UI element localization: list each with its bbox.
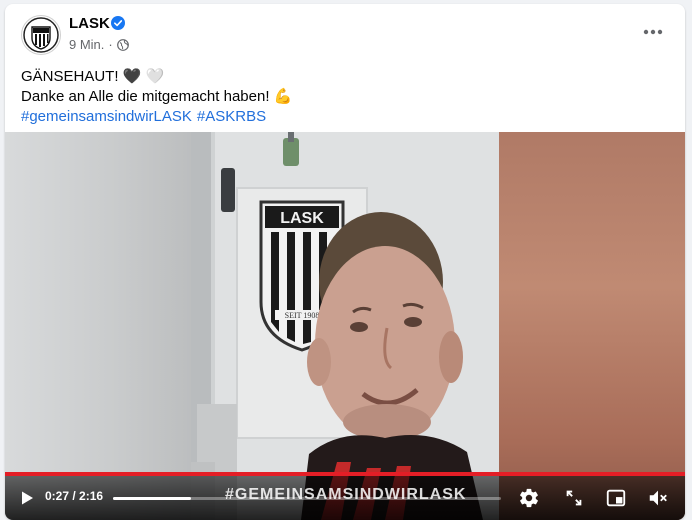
meta-separator: ·	[108, 37, 113, 52]
video-frame: LASK SEIT 1908	[191, 132, 499, 520]
lask-logo-icon	[23, 17, 59, 53]
hashtag-link[interactable]: #ASKRBS	[197, 108, 266, 125]
play-icon[interactable]	[19, 490, 35, 506]
verified-badge-icon	[111, 16, 125, 30]
picture-in-picture-icon[interactable]	[605, 487, 627, 509]
video-time: 0:27 / 2:16	[45, 489, 104, 503]
more-options-button[interactable]	[635, 20, 671, 44]
post-text: GÄNSEHAUT! 🖤 🤍 Danke an Alle die mitgema…	[21, 67, 661, 127]
video-player[interactable]: LASK SEIT 1908 0:27 / 2:16 #GEMEINSAMSIN…	[5, 132, 685, 520]
logo-sub-text: SEIT 1908	[285, 311, 320, 320]
post-header: LASK 9 Min. ·	[5, 4, 685, 64]
video-controls: 0:27 / 2:16 #GEMEINSAMSINDWIRLASK	[5, 476, 685, 520]
post-hashtags: #gemeinsamsindwirLASK #ASKRBS	[21, 107, 661, 127]
post-line-1: GÄNSEHAUT! 🖤 🤍	[21, 68, 165, 85]
post-card: LASK 9 Min. · GÄNSEHAUT! 🖤 🤍 Danke an Al…	[5, 4, 685, 520]
more-options-icon	[643, 29, 663, 35]
video-caption: #GEMEINSAMSINDWIRLASK	[225, 486, 467, 503]
video-blur-left	[5, 132, 191, 520]
globe-icon	[116, 38, 129, 51]
video-still: LASK SEIT 1908	[191, 132, 499, 520]
post-meta: 9 Min. ·	[69, 37, 129, 52]
gear-icon[interactable]	[518, 487, 540, 509]
video-blur-right	[499, 132, 685, 520]
fullscreen-icon[interactable]	[563, 487, 585, 509]
hashtag-link[interactable]: #gemeinsamsindwirLASK	[21, 108, 192, 125]
logo-text: LASK	[280, 210, 324, 227]
video-scrubber-fill	[113, 497, 191, 500]
volume-muted-icon[interactable]	[647, 487, 669, 509]
page-name[interactable]: LASK	[69, 15, 110, 32]
page-avatar[interactable]	[21, 15, 61, 55]
post-time[interactable]: 9 Min.	[69, 37, 104, 52]
post-line-2: Danke an Alle die mitgemacht haben! 💪	[21, 88, 293, 105]
